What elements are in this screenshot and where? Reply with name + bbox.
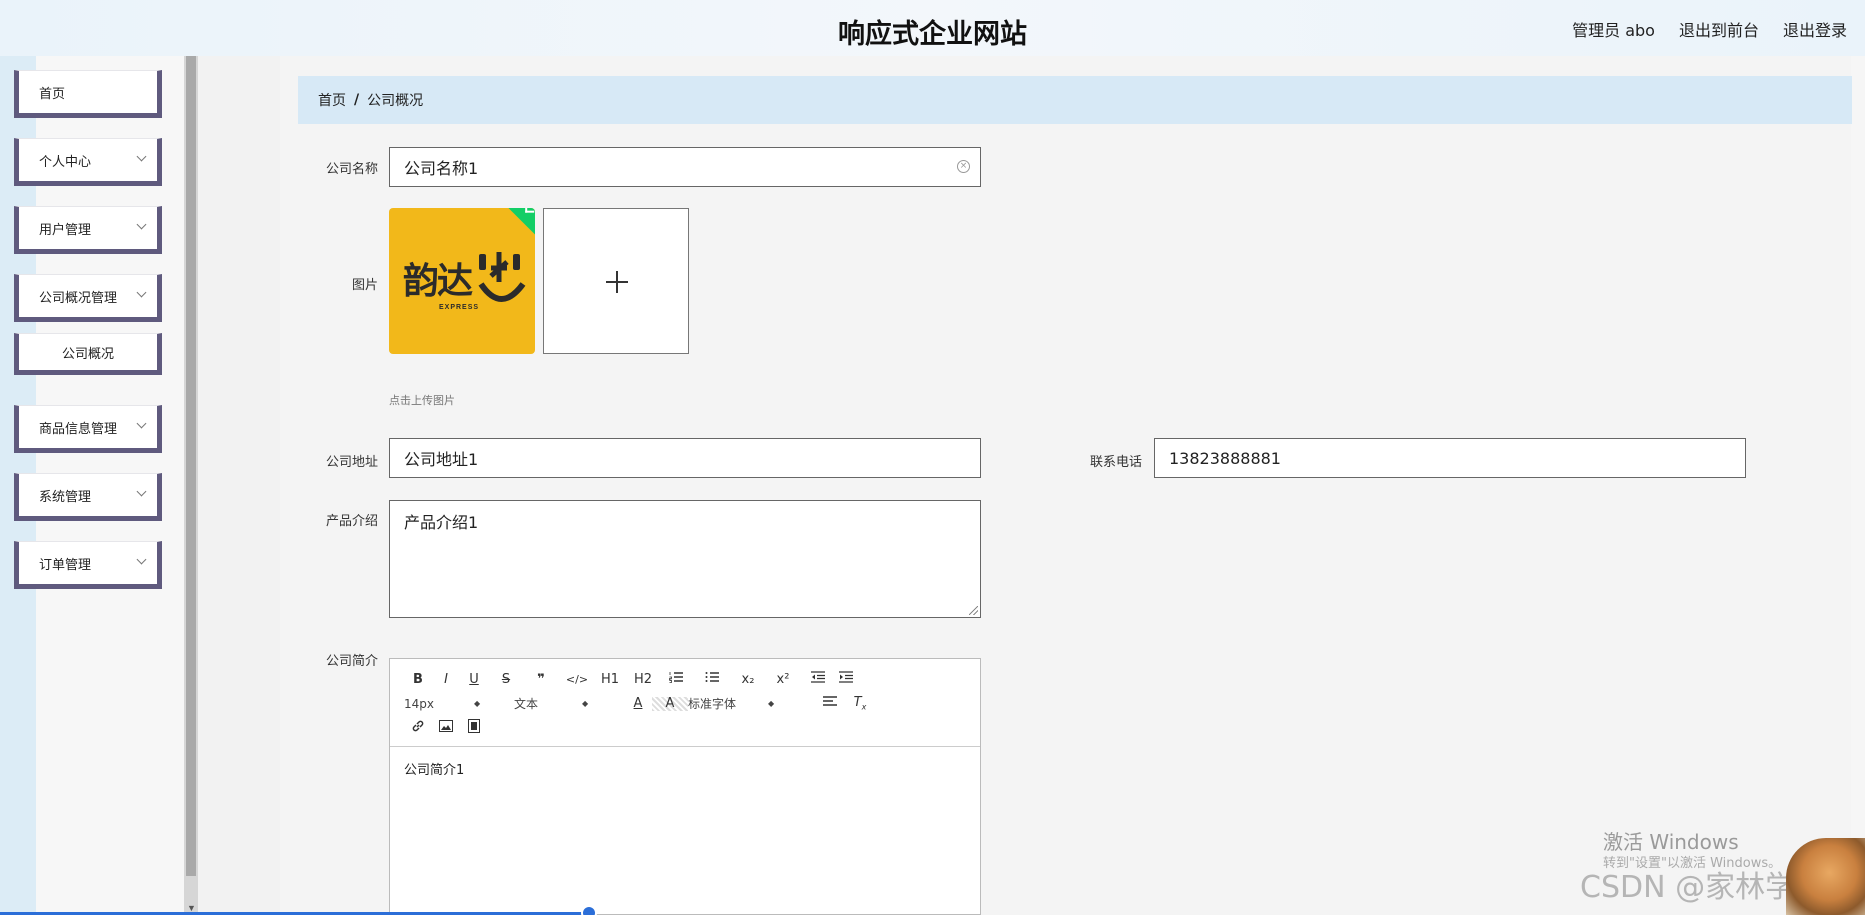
top-header: 响应式企业网站 管理员 abo 退出到前台 退出登录 xyxy=(0,0,1865,56)
video-icon[interactable] xyxy=(460,719,488,737)
sidebar-scrollbar-thumb[interactable] xyxy=(186,56,196,876)
company-name-value: 公司名称1 xyxy=(404,159,479,178)
image-label: 图片 xyxy=(351,278,378,293)
font-family-select[interactable]: 标准字体 ◆ xyxy=(688,695,814,712)
clear-input-icon[interactable]: × xyxy=(957,160,970,173)
sidebar-item-company-overview-management[interactable]: 公司概况管理 xyxy=(14,274,162,322)
content-gutter xyxy=(198,56,280,915)
product-intro-value: 产品介绍1 xyxy=(404,513,479,532)
breadcrumb-home[interactable]: 首页 xyxy=(318,90,346,110)
phone-label: 联系电话 xyxy=(1089,455,1142,470)
phone-value: 13823888881 xyxy=(1169,448,1281,468)
sidebar-item-user-management[interactable]: 用户管理 xyxy=(14,206,162,254)
indent-icon[interactable] xyxy=(832,671,860,687)
product-intro-label: 产品介绍 xyxy=(325,514,378,529)
resize-grip-icon[interactable] xyxy=(969,606,978,615)
logo-subtext: EXPRESS xyxy=(439,304,480,311)
heading2-icon[interactable]: H2 xyxy=(624,672,662,687)
smile-logo-icon xyxy=(478,252,526,302)
logout-link[interactable]: 退出登录 xyxy=(1783,17,1847,41)
code-block-icon[interactable]: </> xyxy=(558,673,596,686)
bullet-list-icon[interactable] xyxy=(690,671,734,687)
ordered-list-icon[interactable] xyxy=(662,671,690,687)
company-name-label: 公司名称 xyxy=(325,162,378,177)
sidebar-subitem-company-overview[interactable]: 公司概况 xyxy=(14,333,162,375)
sidebar-scrollbar[interactable]: ▼ xyxy=(184,56,198,915)
editor-content[interactable]: 公司简介1 xyxy=(404,759,464,778)
paragraph-select[interactable]: 文本 ◆ xyxy=(514,695,624,712)
align-icon[interactable] xyxy=(814,695,846,712)
right-edge xyxy=(1851,56,1865,915)
breadcrumb-separator: / xyxy=(354,92,360,108)
chevron-down-icon xyxy=(136,554,147,565)
plus-icon-vertical xyxy=(616,271,618,293)
chevron-down-icon xyxy=(136,418,147,429)
chevron-down-icon xyxy=(136,219,147,230)
company-name-input[interactable]: 公司名称1 × xyxy=(389,147,981,187)
underline-icon[interactable]: U xyxy=(460,672,488,687)
blockquote-icon[interactable]: ❞ xyxy=(524,672,558,687)
bold-icon[interactable]: B xyxy=(404,672,432,687)
chevron-down-icon xyxy=(136,486,147,497)
uploaded-image-thumbnail[interactable]: 韵达 EXPRESS xyxy=(389,208,535,354)
outdent-icon[interactable] xyxy=(804,671,832,687)
link-icon[interactable] xyxy=(404,719,432,737)
editor-toolbar: B I U S ❞ </> H1 H2 x₂ x² 14px ◆ 文本 ◆ A … xyxy=(390,659,980,747)
address-input[interactable]: 公司地址1 xyxy=(389,438,981,478)
clear-format-icon[interactable]: Tx xyxy=(846,695,874,712)
paragraph-value: 文本 xyxy=(514,697,539,711)
logo-text: 韵达 xyxy=(403,261,473,302)
font-color-icon[interactable]: A xyxy=(624,696,652,711)
sidebar-item-personal-center[interactable]: 个人中心 xyxy=(14,138,162,186)
sidebar-item-label: 公司概况管理 xyxy=(39,290,118,306)
dog-avatar xyxy=(1786,838,1865,915)
font-family-value: 标准字体 xyxy=(688,697,737,711)
upload-tip: 点击上传图片 xyxy=(389,394,455,407)
company-brief-label: 公司简介 xyxy=(325,654,378,669)
heading1-icon[interactable]: H1 xyxy=(596,672,624,687)
sidebar-item-label: 个人中心 xyxy=(39,154,92,170)
superscript-icon[interactable]: x² xyxy=(762,672,804,687)
sidebar-item-label: 商品信息管理 xyxy=(39,421,118,437)
subscript-icon[interactable]: x₂ xyxy=(734,672,762,687)
font-size-select[interactable]: 14px ◆ xyxy=(404,697,514,711)
chevron-down-icon xyxy=(136,287,147,298)
sidebar-item-label: 系统管理 xyxy=(39,489,92,505)
upload-success-icon xyxy=(505,208,535,237)
breadcrumb: 首页 / 公司概况 xyxy=(298,76,1852,124)
phone-input[interactable]: 13823888881 xyxy=(1154,438,1746,478)
sidebar-item-label: 订单管理 xyxy=(39,557,92,573)
product-intro-textarea[interactable]: 产品介绍1 xyxy=(389,500,981,618)
address-value: 公司地址1 xyxy=(404,450,479,469)
activate-windows-text: 激活 Windows xyxy=(1603,830,1739,854)
strikethrough-icon[interactable]: S xyxy=(488,672,524,687)
breadcrumb-current: 公司概况 xyxy=(367,93,424,109)
sidebar-item-system-management[interactable]: 系统管理 xyxy=(14,473,162,521)
sidebar-item-label: 首页 xyxy=(39,86,66,102)
header-links: 管理员 abo 退出到前台 退出登录 xyxy=(1572,17,1847,41)
rich-text-editor[interactable]: B I U S ❞ </> H1 H2 x₂ x² 14px ◆ 文本 ◆ A … xyxy=(389,658,981,915)
chevron-down-icon xyxy=(136,151,147,162)
font-size-value: 14px xyxy=(404,696,434,711)
sidebar-item-product-management[interactable]: 商品信息管理 xyxy=(14,405,162,453)
sidebar-item-home[interactable]: 首页 xyxy=(14,70,162,118)
sidebar-item-label: 公司概况 xyxy=(61,346,114,362)
background-color-icon[interactable]: A xyxy=(652,696,688,711)
sidebar-item-order-management[interactable]: 订单管理 xyxy=(14,541,162,589)
sidebar-item-label: 用户管理 xyxy=(39,222,92,238)
upload-add-button[interactable] xyxy=(543,208,689,354)
image-icon[interactable] xyxy=(432,720,460,736)
exit-to-frontend-link[interactable]: 退出到前台 xyxy=(1679,17,1759,41)
admin-user-link[interactable]: 管理员 abo xyxy=(1572,17,1655,41)
progress-knob[interactable] xyxy=(581,905,597,915)
address-label: 公司地址 xyxy=(325,455,378,470)
italic-icon[interactable]: I xyxy=(432,672,460,687)
